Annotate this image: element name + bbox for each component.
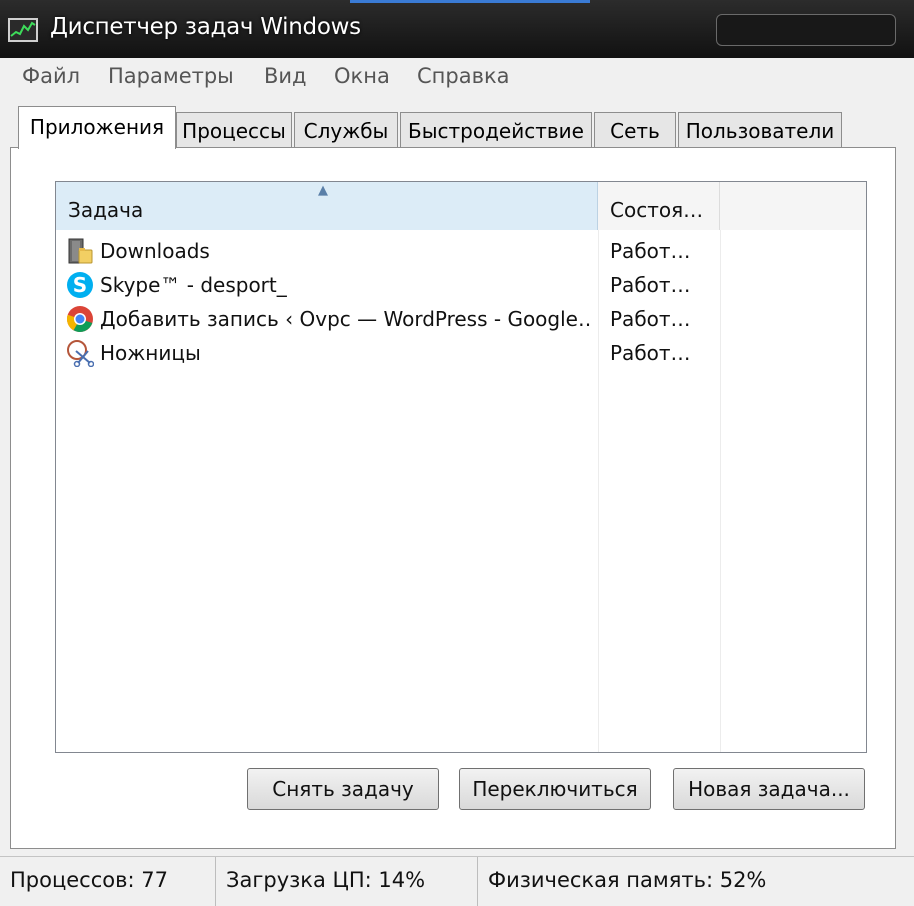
task-name: Skype™ - desport_: [100, 273, 287, 297]
menu-bar: Файл Параметры Вид Окна Справка: [0, 58, 914, 94]
task-status: Работ…: [610, 307, 691, 331]
status-bar: Процессов: 77 Загрузка ЦП: 14% Физическа…: [0, 856, 914, 906]
task-name: Добавить запись ‹ Ovpc — WordPress - Goo…: [100, 307, 592, 331]
svg-text:S: S: [73, 273, 87, 297]
column-header-status-label: Состоя…: [610, 198, 704, 222]
tab-processes[interactable]: Процессы: [176, 112, 292, 148]
table-row[interactable]: S Skype™ - desport_ Работ…: [56, 268, 866, 302]
tab-performance[interactable]: Быстродействие: [400, 112, 592, 148]
scissors-icon: [66, 339, 95, 368]
table-row[interactable]: Ножницы Работ…: [56, 336, 866, 370]
window-title: Диспетчер задач Windows: [50, 14, 361, 40]
menu-options[interactable]: Параметры: [108, 64, 234, 88]
window-client: Файл Параметры Вид Окна Справка Приложен…: [0, 58, 914, 906]
taskbar-accent-line: [350, 0, 590, 3]
task-name: Ножницы: [100, 341, 201, 365]
status-cpu: Загрузка ЦП: 14%: [216, 857, 478, 906]
window-controls[interactable]: [716, 14, 896, 46]
task-status: Работ…: [610, 239, 691, 263]
task-status: Работ…: [610, 341, 691, 365]
menu-file[interactable]: Файл: [22, 64, 80, 88]
task-name: Downloads: [100, 239, 210, 263]
column-header-filler: [720, 182, 866, 230]
menu-view[interactable]: Вид: [264, 64, 307, 88]
status-processes: Процессов: 77: [0, 857, 216, 906]
tab-network[interactable]: Сеть: [594, 112, 676, 148]
table-row[interactable]: Downloads Работ…: [56, 234, 866, 268]
column-header-task-label: Задача: [68, 198, 144, 222]
tab-strip: Приложения Процессы Службы Быстродействи…: [0, 106, 914, 149]
switch-to-button[interactable]: Переключиться: [459, 768, 651, 810]
task-manager-icon: [8, 18, 38, 42]
folder-icon: [66, 237, 94, 265]
title-bar[interactable]: Диспетчер задач Windows: [0, 0, 914, 58]
tab-applications[interactable]: Приложения: [18, 106, 176, 149]
applications-panel: ▲ Задача Состоя… Downloads Работ… S Skyp…: [10, 147, 896, 849]
menu-help[interactable]: Справка: [417, 64, 510, 88]
task-status: Работ…: [610, 273, 691, 297]
tab-users[interactable]: Пользователи: [678, 112, 842, 148]
column-header-status[interactable]: Состоя…: [598, 182, 720, 230]
tab-services[interactable]: Службы: [294, 112, 398, 148]
skype-icon: S: [66, 271, 94, 299]
list-header: ▲ Задача Состоя…: [56, 182, 866, 230]
task-list[interactable]: ▲ Задача Состоя… Downloads Работ… S Skyp…: [55, 181, 867, 753]
menu-windows[interactable]: Окна: [334, 64, 390, 88]
sort-ascending-icon: ▲: [318, 183, 328, 198]
chrome-icon: [66, 305, 94, 333]
new-task-button[interactable]: Новая задача...: [673, 768, 865, 810]
status-memory: Физическая память: 52%: [488, 868, 767, 892]
end-task-button[interactable]: Снять задачу: [247, 768, 439, 810]
column-header-task[interactable]: ▲ Задача: [56, 182, 598, 230]
table-row[interactable]: Добавить запись ‹ Ovpc — WordPress - Goo…: [56, 302, 866, 336]
